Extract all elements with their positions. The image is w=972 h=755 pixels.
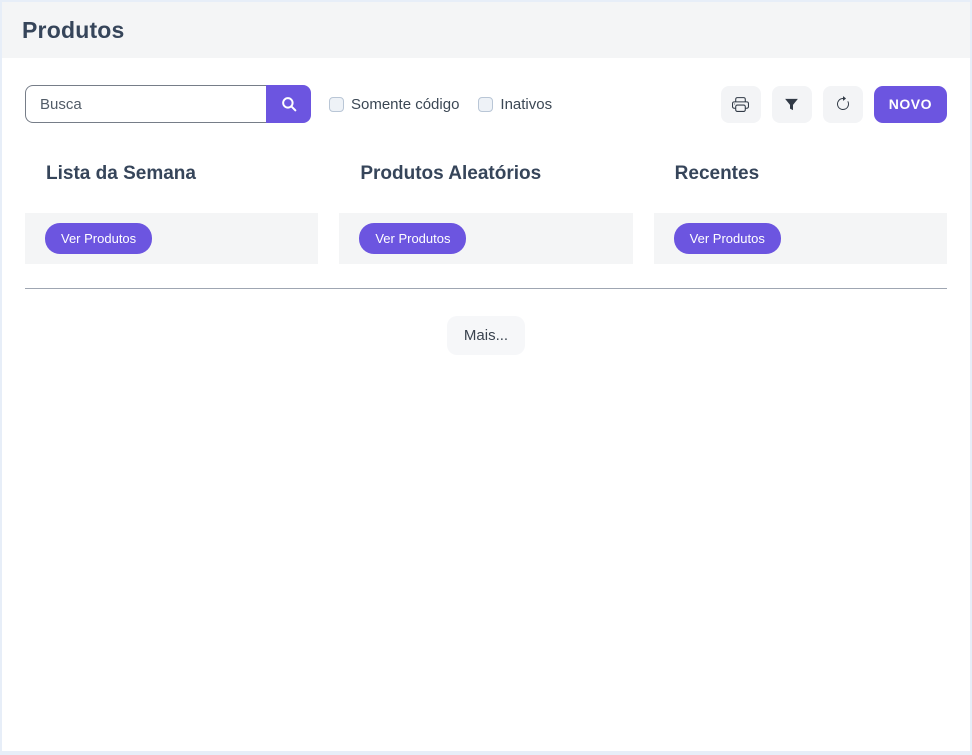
page-header: Produtos [2, 2, 970, 58]
refresh-icon [835, 96, 851, 112]
search-icon [280, 95, 298, 113]
divider [25, 288, 947, 289]
page-title: Produtos [22, 17, 125, 44]
printer-icon [732, 96, 749, 113]
section-lista-da-semana: Lista da Semana Ver Produtos [25, 163, 318, 264]
more-row: Mais... [25, 316, 947, 355]
print-button[interactable] [721, 86, 761, 123]
ver-produtos-button[interactable]: Ver Produtos [359, 223, 466, 254]
search-group [25, 85, 311, 123]
mais-button[interactable]: Mais... [447, 316, 525, 355]
section-strip: Ver Produtos [25, 213, 318, 264]
inativos-checkbox[interactable] [478, 97, 493, 112]
sections-row: Lista da Semana Ver Produtos Produtos Al… [25, 163, 947, 264]
section-strip: Ver Produtos [654, 213, 947, 264]
filter-button[interactable] [772, 86, 812, 123]
section-recentes: Recentes Ver Produtos [654, 163, 947, 264]
ver-produtos-button[interactable]: Ver Produtos [674, 223, 781, 254]
toolbar: Somente código Inativos [25, 85, 947, 123]
section-title: Produtos Aleatórios [339, 163, 632, 185]
somente-codigo-label: Somente código [351, 96, 459, 113]
somente-codigo-checkbox[interactable] [329, 97, 344, 112]
section-produtos-aleatorios: Produtos Aleatórios Ver Produtos [339, 163, 632, 264]
search-input[interactable] [25, 85, 266, 123]
novo-button[interactable]: NOVO [874, 86, 947, 123]
section-title: Lista da Semana [25, 163, 318, 185]
ver-produtos-button[interactable]: Ver Produtos [45, 223, 152, 254]
filter-checkboxes: Somente código Inativos [329, 96, 552, 113]
app-window: Produtos Somente código [0, 0, 972, 755]
checkbox-somente-codigo[interactable]: Somente código [329, 96, 459, 113]
section-title: Recentes [654, 163, 947, 185]
inativos-label: Inativos [500, 96, 552, 113]
filter-funnel-icon [784, 97, 799, 112]
checkbox-inativos[interactable]: Inativos [478, 96, 552, 113]
section-strip: Ver Produtos [339, 213, 632, 264]
refresh-button[interactable] [823, 86, 863, 123]
search-button[interactable] [266, 85, 311, 123]
main-content: Somente código Inativos [2, 85, 970, 355]
